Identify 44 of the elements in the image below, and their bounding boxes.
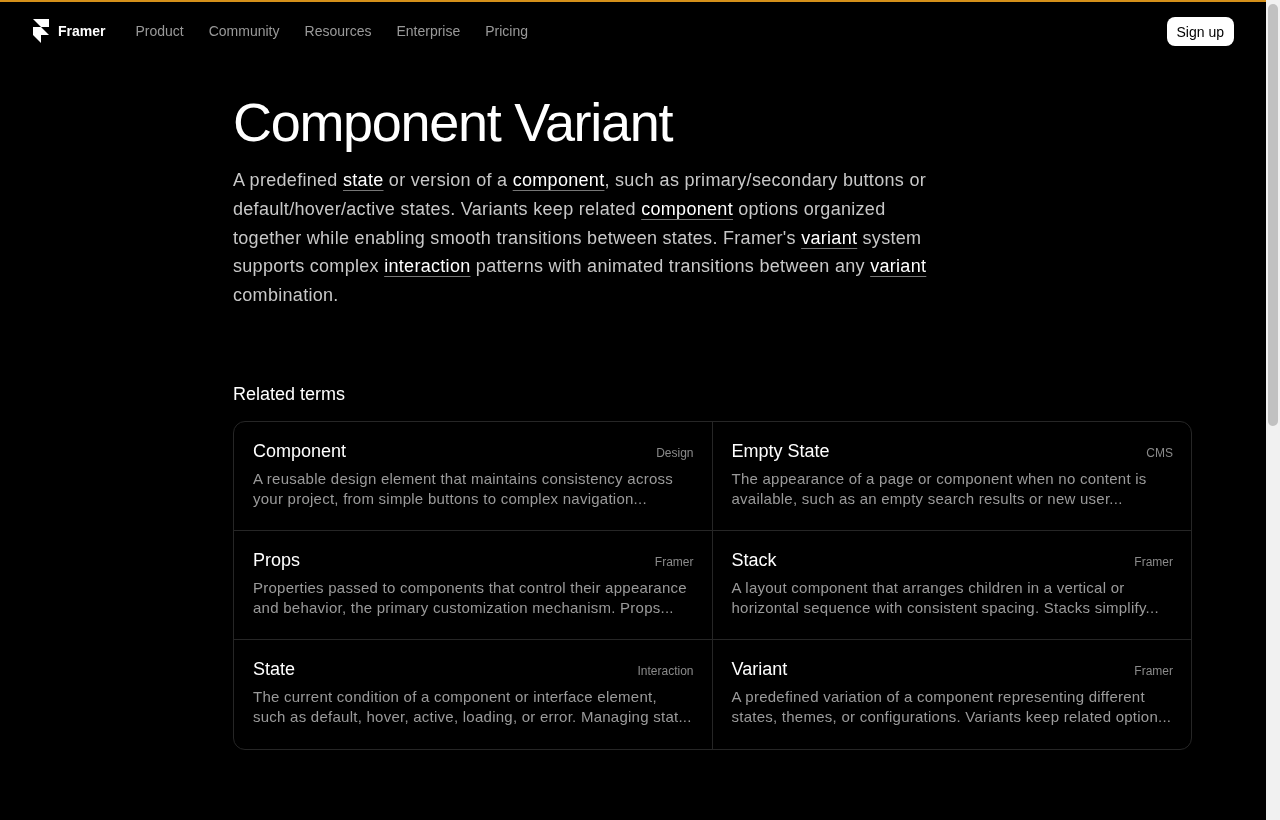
term-name: Props (253, 550, 301, 571)
term-name: State (253, 659, 296, 680)
term-link[interactable]: component (641, 198, 733, 219)
term-category: Framer (654, 555, 694, 569)
term-category: CMS (1146, 446, 1173, 460)
nav-link[interactable]: Product (135, 23, 184, 39)
term-card[interactable]: Component Design A reusable design element that maintains consistency across your project, from simple buttons to complex navigation... (234, 422, 713, 531)
nav-link[interactable]: Pricing (485, 23, 529, 39)
term-name: Empty State (731, 441, 830, 462)
term-card[interactable]: Stack Framer A layout component that arranges children in a vertical or horizontal sequence with consistent spacing. Stacks simplify... (712, 531, 1191, 640)
scrollbar-track[interactable] (1266, 0, 1280, 820)
term-description: The appearance of a page or component when no content is available, such as an empty search results or new user... (731, 469, 1148, 510)
term-card[interactable]: Empty State CMS The appearance of a page or component when no content is available, such as an empty search results or new user... (712, 422, 1191, 531)
page-title: Component Variant (233, 91, 674, 154)
term-description: A layout component that arranges children in a vertical or horizontal sequence with consistent spacing. Stacks simplify... (731, 578, 1160, 619)
brand-logo-link[interactable]: Framer (33, 19, 106, 43)
scrollbar-thumb[interactable] (1268, 4, 1278, 426)
term-category: Framer (1134, 555, 1173, 569)
term-description: Properties passed to components that control their appearance and behavior, the primary customization mechanism. Props... (253, 578, 688, 619)
term-description: A reusable design element that maintains consistency across your project, from simple buttons to complex navigation... (253, 469, 674, 510)
logo-icon (33, 19, 49, 43)
term-card[interactable]: Props Framer Properties passed to components that control their appearance and behavior, the primary customization mechanism. Props... (234, 531, 713, 640)
term-description: The current condition of a component or interface element, such as default, hover, active, loading, or error. Managing stat... (253, 687, 693, 728)
definition-paragraph: A predefined state or version of a component, such as primary/secondary buttons or default/hover/active states. Variants keep related component options organized together while enabling smooth transitions between states. Framer's variant system supports complex interaction patterns with animated transitions between any variant combination. (233, 169, 928, 308)
brand-name: Framer (58, 23, 106, 39)
term-link[interactable]: component (512, 170, 605, 190)
term-name: Component (253, 441, 347, 462)
term-link[interactable]: variant (801, 227, 858, 248)
sign-up-button[interactable]: Sign up (1166, 16, 1234, 46)
term-name: Variant (731, 659, 788, 680)
nav-link[interactable]: Resources (304, 23, 372, 39)
term-category: Design (656, 446, 694, 460)
term-category: Framer (1134, 664, 1173, 678)
section-heading: Related terms (233, 384, 347, 405)
term-link[interactable]: variant (870, 256, 927, 277)
term-category: Interaction (637, 664, 694, 678)
term-name: Stack (731, 550, 777, 571)
term-description: A predefined variation of a component representing different states, themes, or configurations. Variants keep related option... (731, 687, 1173, 728)
term-card[interactable]: Variant Framer A predefined variation of a component representing different states, themes, or configurations. Variants keep related option... (712, 640, 1191, 749)
term-card[interactable]: State Interaction The current condition of a component or interface element, such as default, hover, active, loading, or error. Managing stat... (234, 640, 713, 749)
nav-link[interactable]: Enterprise (396, 23, 461, 39)
term-link[interactable]: state (343, 170, 384, 190)
nav-link[interactable]: Community (208, 23, 280, 39)
term-link[interactable]: interaction (384, 256, 471, 277)
